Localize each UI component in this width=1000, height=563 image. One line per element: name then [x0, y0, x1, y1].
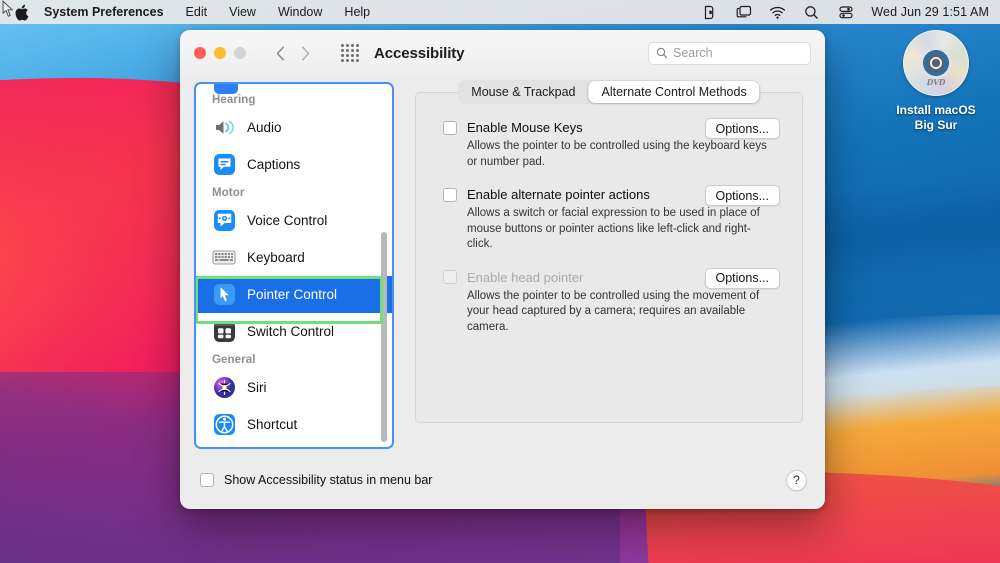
close-button[interactable] [194, 47, 206, 59]
zoom-button-disabled [234, 47, 246, 59]
tab-bar: Mouse & Trackpad Alternate Control Metho… [458, 81, 760, 103]
mouse-cursor-icon [2, 0, 15, 24]
sidebar-item-label: Voice Control [247, 213, 328, 228]
sidebar-item-captions[interactable]: Captions [196, 146, 392, 183]
menu-item-edit[interactable]: Edit [175, 0, 219, 24]
pointer-control-icon [212, 283, 236, 307]
sidebar-item-audio[interactable]: Audio [196, 109, 392, 146]
window-bottom-bar: Show Accessibility status in menu bar ? [180, 459, 825, 509]
sidebar-item-label: Shortcut [247, 417, 298, 432]
display-battery-icon[interactable] [701, 4, 718, 21]
sidebar-section-hearing: Hearing [212, 94, 256, 106]
checkbox-enable-mouse-keys[interactable] [443, 120, 457, 135]
description-alternate-pointer-actions: Allows a switch or facial expression to … [467, 207, 760, 251]
apple-logo-icon[interactable] [14, 3, 29, 21]
sidebar-section-motor: Motor [212, 187, 245, 199]
sidebar-item-label: Keyboard [247, 250, 305, 265]
label-enable-mouse-keys: Enable Mouse Keys [467, 120, 583, 135]
accessibility-shortcut-icon [212, 413, 236, 437]
sidebar-item-shortcut[interactable]: Shortcut [196, 406, 392, 443]
search-placeholder: Search [673, 46, 713, 60]
help-button[interactable]: ? [786, 469, 807, 491]
description-mouse-keys: Allows the pointer to be controlled usin… [467, 140, 767, 168]
keyboard-icon [212, 246, 236, 270]
sidebar-item-voice-control[interactable]: Voice Control [196, 202, 392, 239]
checkbox-enable-head-pointer [443, 270, 457, 285]
spotlight-search-icon[interactable] [803, 4, 820, 21]
sidebar-item-label: Siri [247, 380, 267, 395]
control-center-icon[interactable] [837, 4, 854, 21]
description-head-pointer: Allows the pointer to be controlled usin… [467, 289, 760, 333]
options-button-mouse-keys[interactable]: Options... [704, 118, 780, 139]
tab-alternate-control-methods[interactable]: Alternate Control Methods [588, 81, 760, 103]
search-icon [656, 47, 668, 59]
sidebar-scroll-area[interactable]: Hearing Audio Captions Motor Voice Contr… [196, 84, 392, 447]
sidebar-section-general: General [212, 354, 256, 366]
forward-chevron-icon[interactable] [298, 44, 313, 63]
voice-control-icon [212, 209, 236, 233]
system-preferences-window: Accessibility Search Hearing Audio Capti… [180, 30, 825, 509]
menu-item-help[interactable]: Help [333, 0, 381, 24]
navigation-buttons [273, 44, 313, 63]
label-show-accessibility-status: Show Accessibility status in menu bar [224, 473, 433, 487]
label-enable-head-pointer: Enable head pointer [467, 269, 584, 285]
options-button-head-pointer[interactable]: Options... [704, 267, 780, 289]
menu-item-view[interactable]: View [218, 0, 267, 24]
sidebar-item-label: Audio [247, 120, 282, 135]
wifi-icon[interactable] [769, 4, 786, 21]
sidebar-item-siri[interactable]: Siri [196, 369, 392, 406]
sidebar-item-keyboard[interactable]: Keyboard [196, 239, 392, 276]
menu-bar-clock[interactable]: Wed Jun 29 1:51 AM [871, 5, 989, 19]
sidebar-item-label: Pointer Control [247, 287, 338, 302]
sidebar-item-pointer-control[interactable]: Pointer Control [196, 276, 392, 313]
desktop-icon-install-macos[interactable]: DVD Install macOS Big Sur [876, 30, 996, 133]
menu-bar: System Preferences Edit View Window Help… [0, 0, 1000, 24]
dvd-glyph-label: DVD [925, 77, 947, 87]
sidebar-item-switch-control[interactable]: Switch Control [196, 313, 392, 350]
sidebar-item-label: Captions [247, 157, 301, 172]
sidebar-scrollbar[interactable] [381, 232, 387, 442]
checkbox-show-accessibility-status[interactable] [200, 473, 214, 487]
tab-mouse-and-trackpad[interactable]: Mouse & Trackpad [458, 81, 588, 103]
menu-item-window[interactable]: Window [267, 0, 333, 24]
window-body: Hearing Audio Captions Motor Voice Contr… [180, 76, 825, 459]
setting-row-head-pointer: Enable head pointer Options... Allows th… [443, 267, 780, 336]
menu-item-system-preferences[interactable]: System Preferences [35, 0, 175, 24]
audio-speaker-icon [212, 116, 236, 140]
accessibility-sidebar[interactable]: Hearing Audio Captions Motor Voice Contr… [194, 82, 394, 449]
sidebar-item-label: Switch Control [247, 324, 335, 339]
screen-mirroring-icon[interactable] [735, 4, 752, 21]
window-title-bar[interactable]: Accessibility Search [180, 30, 825, 76]
back-chevron-icon[interactable] [273, 44, 288, 63]
show-all-grid-icon[interactable] [341, 44, 359, 62]
dvd-disc-icon: DVD [903, 30, 969, 96]
settings-panel: Enable Mouse Keys Options... Allows the … [415, 92, 803, 423]
captions-icon [212, 153, 236, 177]
setting-row-mouse-keys: Enable Mouse Keys Options... Allows the … [443, 118, 780, 170]
label-enable-alternate-pointer-actions: Enable alternate pointer actions [467, 187, 650, 203]
switch-control-icon [212, 320, 236, 344]
minimize-button[interactable] [214, 47, 226, 59]
checkbox-enable-alternate-pointer-actions[interactable] [443, 187, 457, 202]
page-title: Accessibility [374, 44, 465, 62]
setting-row-alternate-pointer-actions: Enable alternate pointer actions Options… [443, 185, 780, 253]
desktop-icon-label: Install macOS Big Sur [896, 103, 976, 132]
options-button-alternate-pointer-actions[interactable]: Options... [704, 185, 780, 207]
traffic-lights [194, 47, 246, 59]
siri-icon [212, 376, 236, 400]
search-input[interactable]: Search [648, 41, 811, 65]
main-content: Mouse & Trackpad Alternate Control Metho… [407, 81, 811, 459]
